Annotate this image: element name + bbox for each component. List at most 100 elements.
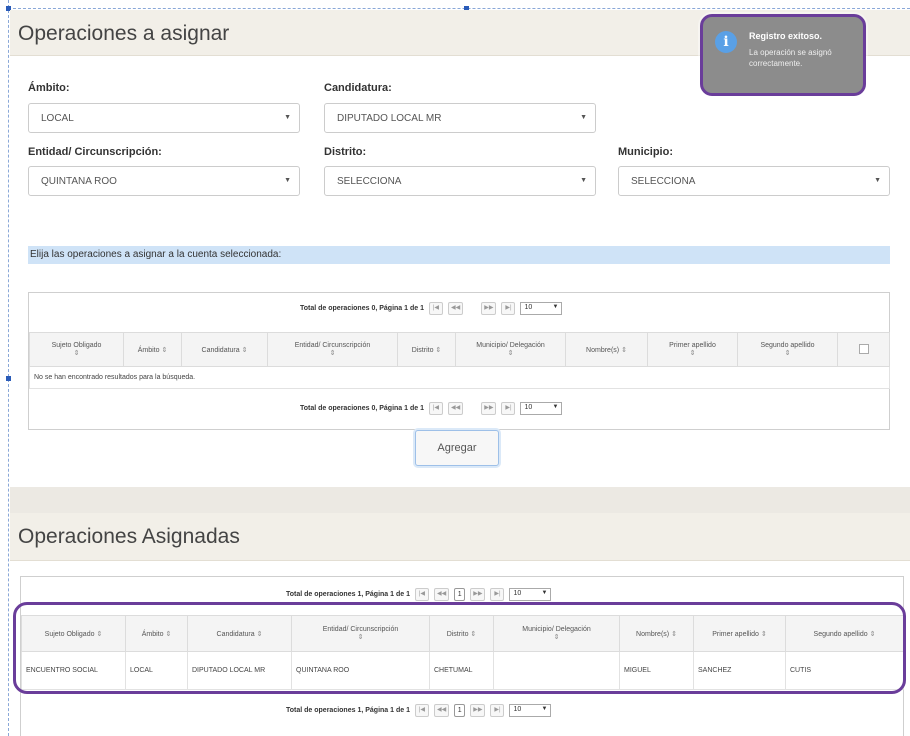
- current-page[interactable]: 1: [454, 703, 466, 717]
- caret-down-icon: ▼: [284, 114, 291, 121]
- cell-primer-apellido: SANCHEZ: [693, 651, 786, 690]
- column-header[interactable]: Entidad/ Circunscripción ⇕: [291, 615, 430, 652]
- cell-nombre: MIGUEL: [619, 651, 694, 690]
- next-page-button[interactable]: ▶▶: [481, 401, 497, 415]
- sort-icon: ⇕: [73, 350, 80, 357]
- sort-icon: ⇕: [165, 630, 172, 638]
- sort-icon: ⇕: [621, 346, 627, 354]
- sort-icon: ⇕: [671, 630, 677, 638]
- entidad-value: QUINTANA ROO: [41, 176, 117, 187]
- candidatura-value: DIPUTADO LOCAL MR: [337, 113, 442, 124]
- column-header[interactable]: Primer apellido ⇕: [647, 332, 738, 367]
- column-header[interactable]: Candidatura ⇕: [187, 615, 292, 652]
- entidad-select[interactable]: QUINTANA ROO ▼: [28, 166, 300, 196]
- success-toast[interactable]: i Registro exitoso. La operación se asig…: [700, 14, 866, 96]
- last-page-button[interactable]: ▶|: [501, 401, 516, 415]
- sort-icon: ⇕: [161, 346, 168, 354]
- column-header[interactable]: Ámbito ⇕: [125, 615, 188, 652]
- sort-icon: ⇕: [357, 634, 364, 641]
- resize-handle[interactable]: [6, 376, 11, 381]
- municipio-select[interactable]: SELECCIONA ▼: [618, 166, 890, 196]
- prev-page-button[interactable]: ◀◀: [447, 401, 464, 415]
- assigned-operations-table: Sujeto Obligado ⇕ Ámbito ⇕ Candidatura ⇕…: [21, 615, 904, 690]
- column-header[interactable]: Distrito ⇕: [397, 332, 456, 367]
- column-header[interactable]: Municipio/ Delegación ⇕: [455, 332, 566, 367]
- distrito-select[interactable]: SELECCIONA ▼: [324, 166, 596, 196]
- caret-down-icon: ▼: [580, 114, 587, 121]
- municipio-label: Municipio:: [618, 146, 673, 158]
- cell-sujeto: ENCUENTRO SOCIAL: [21, 651, 126, 690]
- sort-icon: ⇕: [329, 350, 336, 357]
- column-header[interactable]: Entidad/ Circunscripción ⇕: [267, 332, 398, 367]
- cell-candidatura: DIPUTADO LOCAL MR: [187, 651, 292, 690]
- page-size-select[interactable]: 10 ▼: [520, 301, 563, 315]
- column-header[interactable]: Segundo apellido ⇕: [785, 615, 904, 652]
- caret-down-icon: ▼: [580, 177, 587, 184]
- layout-guide-horizontal: [8, 8, 910, 9]
- cell-ambito: LOCAL: [125, 651, 188, 690]
- cell-municipio: [493, 651, 620, 690]
- distrito-label: Distrito:: [324, 146, 367, 158]
- prev-page-button[interactable]: ◀◀: [447, 301, 464, 315]
- first-page-button[interactable]: |◀: [428, 301, 443, 315]
- last-page-button[interactable]: ▶|: [501, 301, 516, 315]
- cell-entidad: QUINTANA ROO: [291, 651, 430, 690]
- sort-icon: ⇕: [96, 630, 103, 638]
- column-header[interactable]: Municipio/ Delegación ⇕: [493, 615, 620, 652]
- next-page-button[interactable]: ▶▶: [470, 587, 486, 601]
- ambito-label: Ámbito:: [28, 82, 70, 94]
- entidad-label: Entidad/ Circunscripción:: [28, 146, 162, 158]
- pager-bottom: Total de operaciones 1, Página 1 de 1 |◀…: [286, 700, 552, 720]
- pager-top: Total de operaciones 0, Página 1 de 1 |◀…: [300, 298, 563, 318]
- column-header[interactable]: Primer apellido ⇕: [693, 615, 786, 652]
- ambito-value: LOCAL: [41, 113, 74, 124]
- sort-icon: ⇕: [256, 630, 263, 638]
- sort-icon: ⇕: [869, 630, 876, 638]
- info-icon: i: [715, 31, 737, 53]
- page-size-select[interactable]: 10 ▼: [520, 401, 563, 415]
- column-header[interactable]: Segundo apellido ⇕: [737, 332, 838, 367]
- cell-segundo-apellido: CUTIS: [785, 651, 904, 690]
- column-header[interactable]: Nombre(s) ⇕: [565, 332, 648, 367]
- first-page-button[interactable]: |◀: [414, 703, 429, 717]
- caret-down-icon: ▼: [874, 177, 881, 184]
- page-size-select[interactable]: 10 ▼: [509, 587, 552, 601]
- layout-guide-vertical: [8, 0, 9, 736]
- column-header[interactable]: Sujeto Obligado ⇕: [29, 332, 124, 367]
- prev-page-button[interactable]: ◀◀: [433, 703, 450, 717]
- sort-icon: ⇕: [689, 350, 696, 357]
- column-header[interactable]: Ámbito ⇕: [123, 332, 182, 367]
- last-page-button[interactable]: ▶|: [490, 703, 505, 717]
- pager-bottom: Total de operaciones 0, Página 1 de 1 |◀…: [300, 398, 563, 418]
- sort-icon: ⇕: [784, 350, 791, 357]
- page-size-select[interactable]: 10 ▼: [509, 703, 552, 717]
- pager-top: Total de operaciones 1, Página 1 de 1 |◀…: [286, 584, 552, 604]
- sort-icon: ⇕: [507, 350, 514, 357]
- current-page[interactable]: 1: [454, 587, 466, 601]
- sort-icon: ⇕: [241, 346, 248, 354]
- agregar-button[interactable]: Agregar: [415, 430, 499, 466]
- instructions-banner: Elija las operaciones a asignar a la cue…: [28, 246, 890, 264]
- sort-icon: ⇕: [553, 634, 560, 641]
- caret-down-icon: ▼: [284, 177, 291, 184]
- column-header[interactable]: Sujeto Obligado ⇕: [21, 615, 126, 652]
- last-page-button[interactable]: ▶|: [490, 587, 505, 601]
- next-page-button[interactable]: ▶▶: [470, 703, 486, 717]
- next-page-button[interactable]: ▶▶: [481, 301, 497, 315]
- municipio-value: SELECCIONA: [631, 176, 696, 187]
- distrito-value: SELECCIONA: [337, 176, 402, 187]
- column-header[interactable]: Nombre(s) ⇕: [619, 615, 694, 652]
- column-header[interactable]: Candidatura ⇕: [181, 332, 268, 367]
- select-all-checkbox[interactable]: [837, 332, 890, 367]
- sort-icon: ⇕: [435, 346, 442, 354]
- first-page-button[interactable]: |◀: [414, 587, 429, 601]
- cell-distrito: CHETUMAL: [429, 651, 494, 690]
- prev-page-button[interactable]: ◀◀: [433, 587, 450, 601]
- table-row[interactable]: ENCUENTRO SOCIAL LOCAL DIPUTADO LOCAL MR…: [21, 651, 904, 690]
- section-title: Operaciones Asignadas: [18, 525, 240, 548]
- column-header[interactable]: Distrito ⇕: [429, 615, 494, 652]
- candidatura-select[interactable]: DIPUTADO LOCAL MR ▼: [324, 103, 596, 133]
- toast-title: Registro exitoso.: [749, 31, 823, 41]
- ambito-select[interactable]: LOCAL ▼: [28, 103, 300, 133]
- first-page-button[interactable]: |◀: [428, 401, 443, 415]
